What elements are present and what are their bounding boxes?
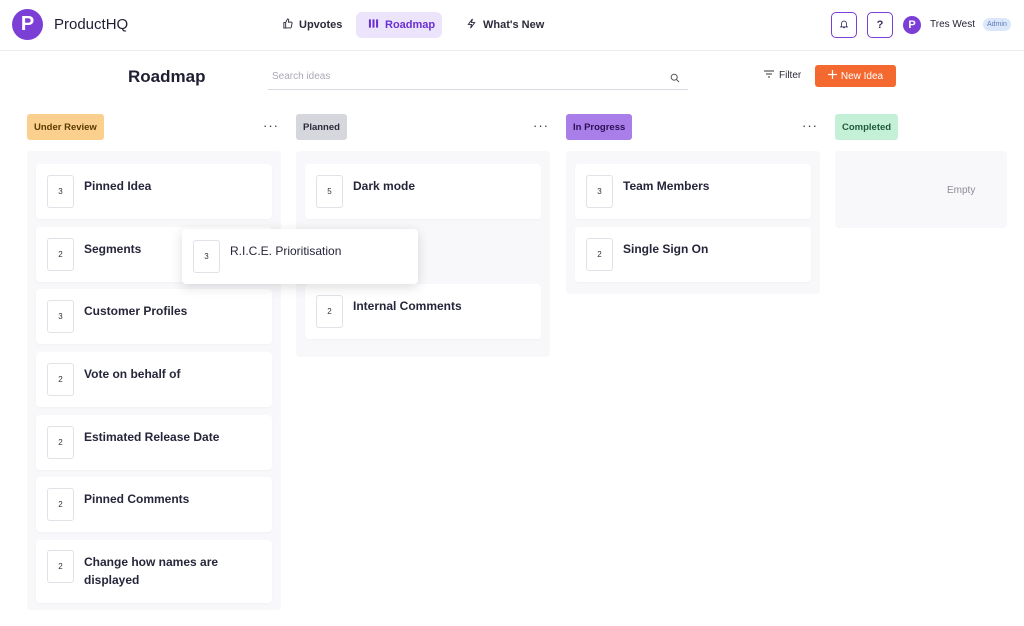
vote-count[interactable]: 2 [47,238,74,271]
tab-whats-new[interactable]: What's New [454,12,556,38]
help-button[interactable]: ? [867,12,893,38]
vote-count[interactable]: 3 [193,240,220,273]
idea-title: Change how names are displayed [84,555,219,587]
vote-count[interactable]: 2 [47,426,74,459]
filter-button[interactable]: Filter [764,70,801,81]
search-box [268,64,688,90]
user-name[interactable]: Tres West [930,19,975,30]
idea-card[interactable]: 2 Vote on behalf of [36,352,272,407]
column-header-planned: Planned [296,114,347,140]
filter-label: Filter [779,70,802,81]
idea-card[interactable]: 2 Change how names are displayed [36,540,272,603]
vote-count[interactable]: 3 [47,300,74,333]
idea-card[interactable]: 5 Dark mode [305,164,541,219]
thumbs-up-icon [282,18,293,32]
idea-title: Internal Comments [353,299,462,313]
vote-count[interactable]: 3 [47,175,74,208]
vote-count[interactable]: 5 [316,175,343,208]
columns-icon [368,18,379,32]
column-header-under-review: Under Review [27,114,104,140]
notifications-button[interactable] [831,12,857,38]
lightning-icon [466,18,477,32]
idea-title: R.I.C.E. Prioritisation [230,244,342,258]
help-icon: ? [876,19,884,31]
column-header-completed: Completed [835,114,899,140]
idea-title: Customer Profiles [84,304,188,318]
idea-title: Pinned Idea [84,179,152,193]
idea-title: Team Members [623,179,710,193]
column-more-menu[interactable]: ··· [263,118,279,133]
tab-roadmap[interactable]: Roadmap [356,12,442,38]
vote-count[interactable]: 2 [47,363,74,396]
vote-count[interactable]: 2 [316,295,343,328]
idea-title: Estimated Release Date [84,430,220,444]
dragging-idea-card[interactable]: 3 R.I.C.E. Prioritisation [182,229,418,284]
tab-roadmap-label: Roadmap [385,19,436,31]
column-header-in-progress: In Progress [566,114,633,140]
idea-title: Dark mode [353,179,416,193]
search-input[interactable] [268,64,658,88]
tab-whats-new-label: What's New [483,19,545,31]
empty-state-text: Empty [947,185,976,196]
search-icon[interactable] [670,70,680,83]
new-idea-button[interactable]: New Idea [815,65,896,87]
idea-card[interactable]: 2 Internal Comments [305,284,541,339]
idea-title: Single Sign On [623,242,709,256]
producthq-logo[interactable]: P [12,9,43,40]
idea-title: Vote on behalf of [84,367,181,381]
column-completed [835,151,1007,228]
vote-count[interactable]: 3 [586,175,613,208]
idea-card[interactable]: 3 Pinned Idea [36,164,272,219]
page-title: Roadmap [128,67,206,86]
brand-name: ProductHQ [54,16,129,33]
vote-count[interactable]: 2 [47,550,74,583]
vote-count[interactable]: 2 [47,488,74,521]
tab-upvotes-label: Upvotes [299,19,343,31]
tab-upvotes[interactable]: Upvotes [270,12,354,38]
idea-card[interactable]: 2 Pinned Comments [36,477,272,532]
column-more-menu[interactable]: ··· [533,118,549,133]
filter-icon [764,70,774,81]
avatar[interactable]: P [903,16,921,34]
new-idea-label: New Idea [840,70,884,82]
plus-icon [827,70,837,82]
idea-card[interactable]: 3 Team Members [575,164,811,219]
column-more-menu[interactable]: ··· [802,118,818,133]
vote-count[interactable]: 2 [586,238,613,271]
idea-title: Pinned Comments [84,492,190,506]
role-badge: Admin [983,18,1011,31]
top-navbar: P ProductHQ Upvotes Roadmap What's New ?… [0,0,1024,51]
idea-card[interactable]: 3 Customer Profiles [36,289,272,344]
idea-card[interactable]: 2 Single Sign On [575,227,811,282]
idea-card[interactable]: 2 Estimated Release Date [36,415,272,470]
bell-icon [839,19,849,32]
